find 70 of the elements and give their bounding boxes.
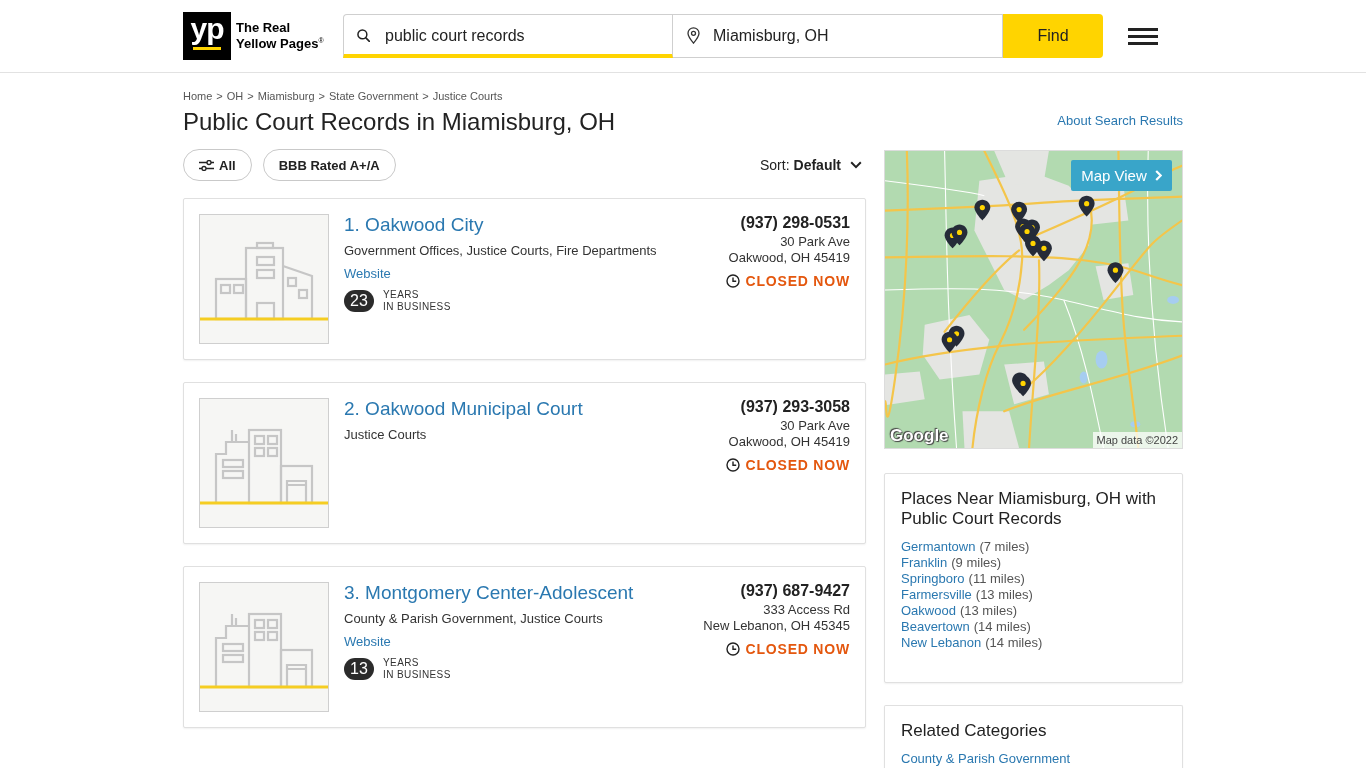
phone-number: (937) 293-3058 <box>740 398 850 416</box>
find-button[interactable]: Find <box>1003 14 1103 58</box>
clock-icon <box>725 458 740 472</box>
category-list: Government Offices, Justice Courts, Fire Departments <box>344 242 657 260</box>
place-link[interactable]: Springboro <box>901 571 965 586</box>
breadcrumb-link[interactable]: State Government <box>329 89 419 103</box>
menu-icon[interactable] <box>1128 27 1158 45</box>
website-link[interactable]: Website <box>344 633 391 651</box>
breadcrumb-link[interactable]: Justice Courts <box>432 89 503 103</box>
listing-title-link[interactable]: 2. Oakwood Municipal Court <box>344 398 583 420</box>
logo-text[interactable]: The Real Yellow Pages$^{®}$ <box>236 20 329 52</box>
card-title: Related Categories <box>901 721 1048 741</box>
distance-text: (13 miles) <box>959 603 1017 618</box>
sliders-icon <box>199 159 214 171</box>
years-in-business-label: YEARS IN BUSINESS <box>383 289 451 313</box>
page-title: Public Court Records in Miamisburg, OH <box>183 107 616 137</box>
search-icon <box>357 29 370 42</box>
distance-text: (9 miles) <box>951 555 1002 570</box>
category-link[interactable]: County & Parish Government <box>901 751 1166 767</box>
about-link[interactable]: About Search Results <box>1057 112 1183 129</box>
map-logo: Google <box>890 426 949 446</box>
address-line: 30 Park Ave <box>780 418 850 434</box>
clock-icon <box>725 274 740 288</box>
location-pin-icon <box>687 27 700 44</box>
breadcrumb-separator: > <box>318 89 325 103</box>
place-link[interactable]: Oakwood <box>901 603 956 618</box>
place-link[interactable]: Beavertown <box>901 619 970 634</box>
place-link[interactable]: Franklin <box>901 555 948 570</box>
breadcrumb-separator: > <box>247 89 254 103</box>
clock-icon <box>725 642 740 656</box>
search-field[interactable]: public court records <box>343 14 673 58</box>
sort-dropdown[interactable]: Sort: Default <box>759 157 862 173</box>
hours-status: CLOSED NOW <box>745 272 850 290</box>
filter-button[interactable]: BBB Rated A+/A <box>262 149 396 181</box>
distance-text: (11 miles) <box>968 571 1025 586</box>
breadcrumb-link[interactable]: Miamisburg <box>257 89 315 103</box>
distance-text: (13 miles) <box>975 587 1033 602</box>
phone-number: (937) 298-0531 <box>740 214 850 232</box>
breadcrumb-separator: > <box>422 89 429 103</box>
hours-status: CLOSED NOW <box>745 456 850 474</box>
address-line: 333 Access Rd <box>763 602 850 618</box>
breadcrumb-link[interactable]: Home <box>183 89 213 103</box>
address-line: Oakwood, OH 45419 <box>728 434 850 450</box>
years-in-business-label: YEARS IN BUSINESS <box>383 657 451 681</box>
logo[interactable]: yp <box>183 12 231 60</box>
years-badge: 23 <box>344 290 374 312</box>
years-badge: 13 <box>344 658 374 680</box>
card-title: Places Near Miamisburg, OH with Public Court Records <box>901 489 1158 529</box>
breadcrumb-separator: > <box>216 89 223 103</box>
distance-text: (14 miles) <box>973 619 1031 634</box>
address-line: 30 Park Ave <box>780 234 850 250</box>
map-attribution: Map data ©2022 <box>1092 432 1182 448</box>
breadcrumb-link[interactable]: OH <box>226 89 244 103</box>
place-link[interactable]: New Lebanon <box>901 635 982 650</box>
location-field[interactable]: Miamisburg, OH <box>673 14 1003 58</box>
category-list: Justice Courts <box>344 426 427 444</box>
filter-button[interactable]: All <box>183 149 252 181</box>
place-link[interactable]: Germantown <box>901 539 976 554</box>
category-list: County & Parish Government, Justice Courts <box>344 610 603 628</box>
website-link[interactable]: Website <box>344 265 391 283</box>
place-link[interactable]: Farmersville <box>901 587 972 602</box>
hours-status: CLOSED NOW <box>745 640 850 658</box>
phone-number: (937) 687-9427 <box>740 582 850 600</box>
distance-text: (7 miles) <box>979 539 1030 554</box>
distance-text: (14 miles) <box>985 635 1043 650</box>
chevron-down-icon <box>850 161 862 169</box>
address-line: New Lebanon, OH 45345 <box>703 618 850 634</box>
address-line: Oakwood, OH 45419 <box>728 250 850 266</box>
listing-title-link[interactable]: 3. Montgomery Center-Adolescent <box>344 582 634 604</box>
listing-title-link[interactable]: 1. Oakwood City <box>344 214 484 236</box>
